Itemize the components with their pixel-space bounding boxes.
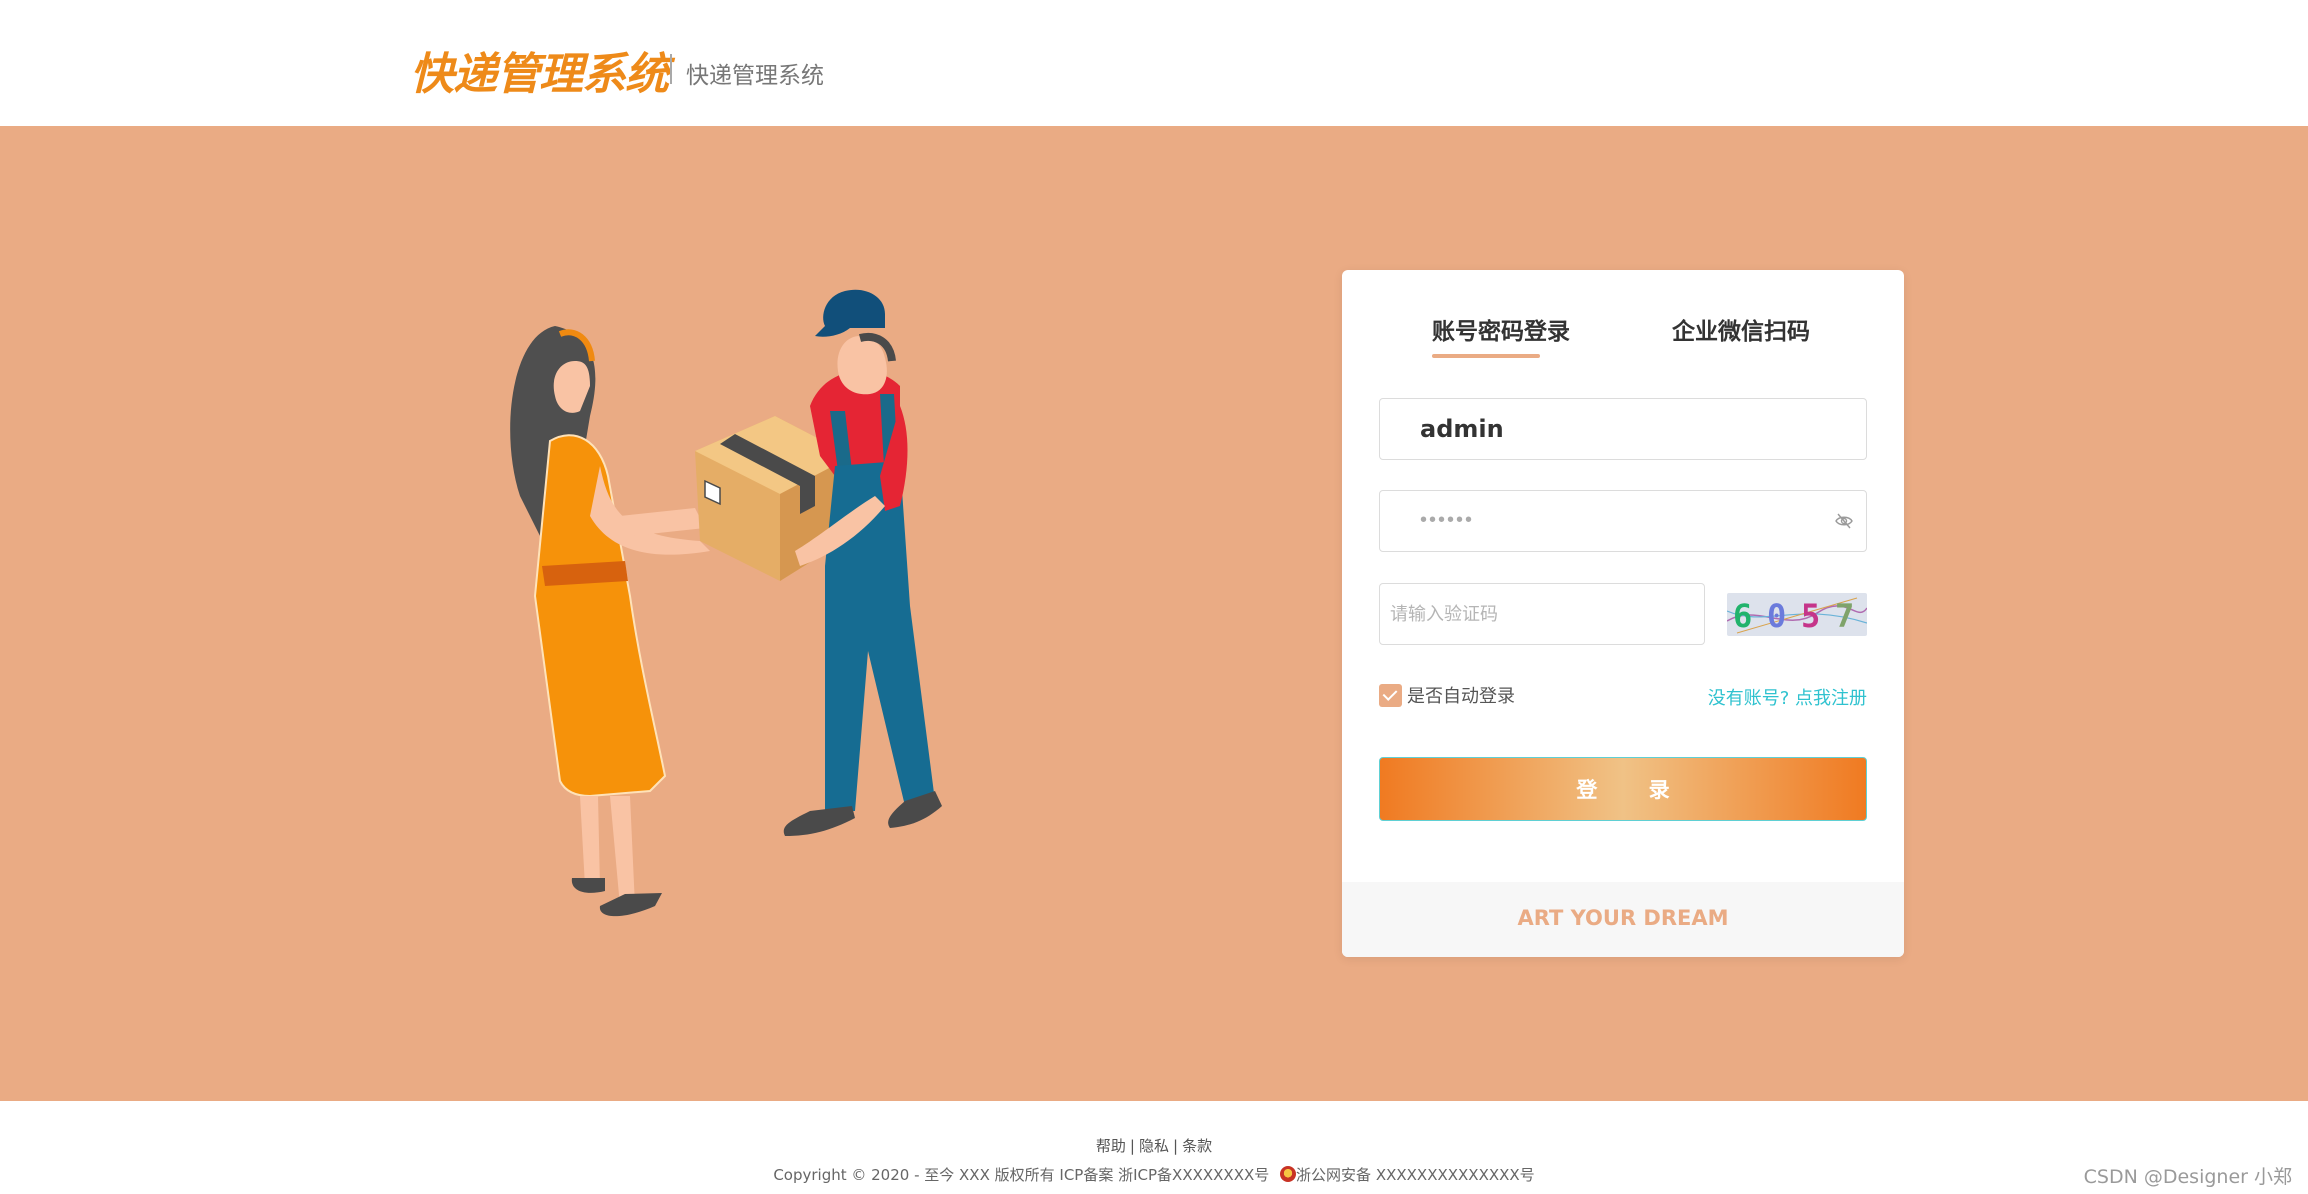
captcha-digit: 7 — [1835, 597, 1855, 635]
register-link[interactable]: 没有账号? 点我注册 — [1708, 684, 1867, 710]
top-header: 快递管理系统 快递管理系统 — [0, 0, 2308, 126]
police-badge-icon — [1280, 1166, 1297, 1182]
police-record-text: 浙公网安备 XXXXXXXXXXXXXX号 — [1296, 1166, 1535, 1184]
remember-label: 是否自动登录 — [1407, 686, 1515, 707]
footer-link-privacy[interactable]: 隐私 — [1139, 1137, 1169, 1155]
captcha-field-wrapper — [1379, 583, 1705, 645]
remember-checkbox[interactable] — [1379, 683, 1402, 707]
username-field[interactable] — [1380, 399, 1866, 459]
header-divider — [670, 54, 672, 84]
tab-wechat-login-label: 企业微信扫码 — [1672, 319, 1810, 345]
login-banner: 账号密码登录 企业微信扫码 •••••• 6 — [0, 126, 2308, 1101]
footer-separator: | — [1129, 1137, 1135, 1155]
card-footer: ART YOUR DREAM — [1342, 882, 1904, 957]
logo: 快递管理系统 — [410, 49, 669, 100]
eye-off-icon[interactable] — [1834, 511, 1854, 531]
header-subtitle: 快递管理系统 — [686, 63, 824, 89]
login-card: 账号密码登录 企业微信扫码 •••••• 6 — [1342, 270, 1904, 957]
woman-figure — [510, 326, 710, 917]
password-dots: •••••• — [1420, 509, 1475, 531]
tab-account-login[interactable]: 账号密码登录 — [1432, 312, 1570, 358]
footer-separator: | — [1173, 1137, 1179, 1155]
copyright-text: Copyright © 2020 - 至今 XXX 版权所有 ICP备案 浙IC… — [773, 1166, 1270, 1184]
footer-link-help[interactable]: 帮助 — [1096, 1137, 1126, 1155]
active-tab-indicator — [1432, 354, 1540, 358]
man-figure — [783, 289, 942, 836]
footer-link-terms[interactable]: 条款 — [1182, 1137, 1212, 1155]
captcha-digit: 5 — [1801, 597, 1821, 635]
login-button[interactable]: 登 录 — [1379, 757, 1867, 821]
captcha-digit: 0 — [1767, 597, 1787, 635]
username-field-wrapper — [1379, 398, 1867, 460]
captcha-input[interactable] — [1380, 584, 1704, 644]
captcha-digit: 6 — [1733, 597, 1753, 635]
copyright: Copyright © 2020 - 至今 XXX 版权所有 ICP备案 浙IC… — [0, 1164, 2308, 1185]
watermark: CSDN @Designer 小郑 — [2083, 1166, 2292, 1188]
remember-me[interactable]: 是否自动登录 — [1379, 682, 1515, 708]
delivery-illustration — [510, 289, 942, 917]
captcha-image[interactable]: 6 0 5 7 — [1727, 593, 1867, 636]
tab-account-login-label: 账号密码登录 — [1432, 319, 1570, 345]
card-slogan: ART YOUR DREAM — [1517, 906, 1729, 930]
footer-links: 帮助 | 隐私 | 条款 — [0, 1135, 2308, 1156]
tab-wechat-login[interactable]: 企业微信扫码 — [1672, 312, 1810, 346]
password-field[interactable]: •••••• — [1379, 490, 1867, 552]
